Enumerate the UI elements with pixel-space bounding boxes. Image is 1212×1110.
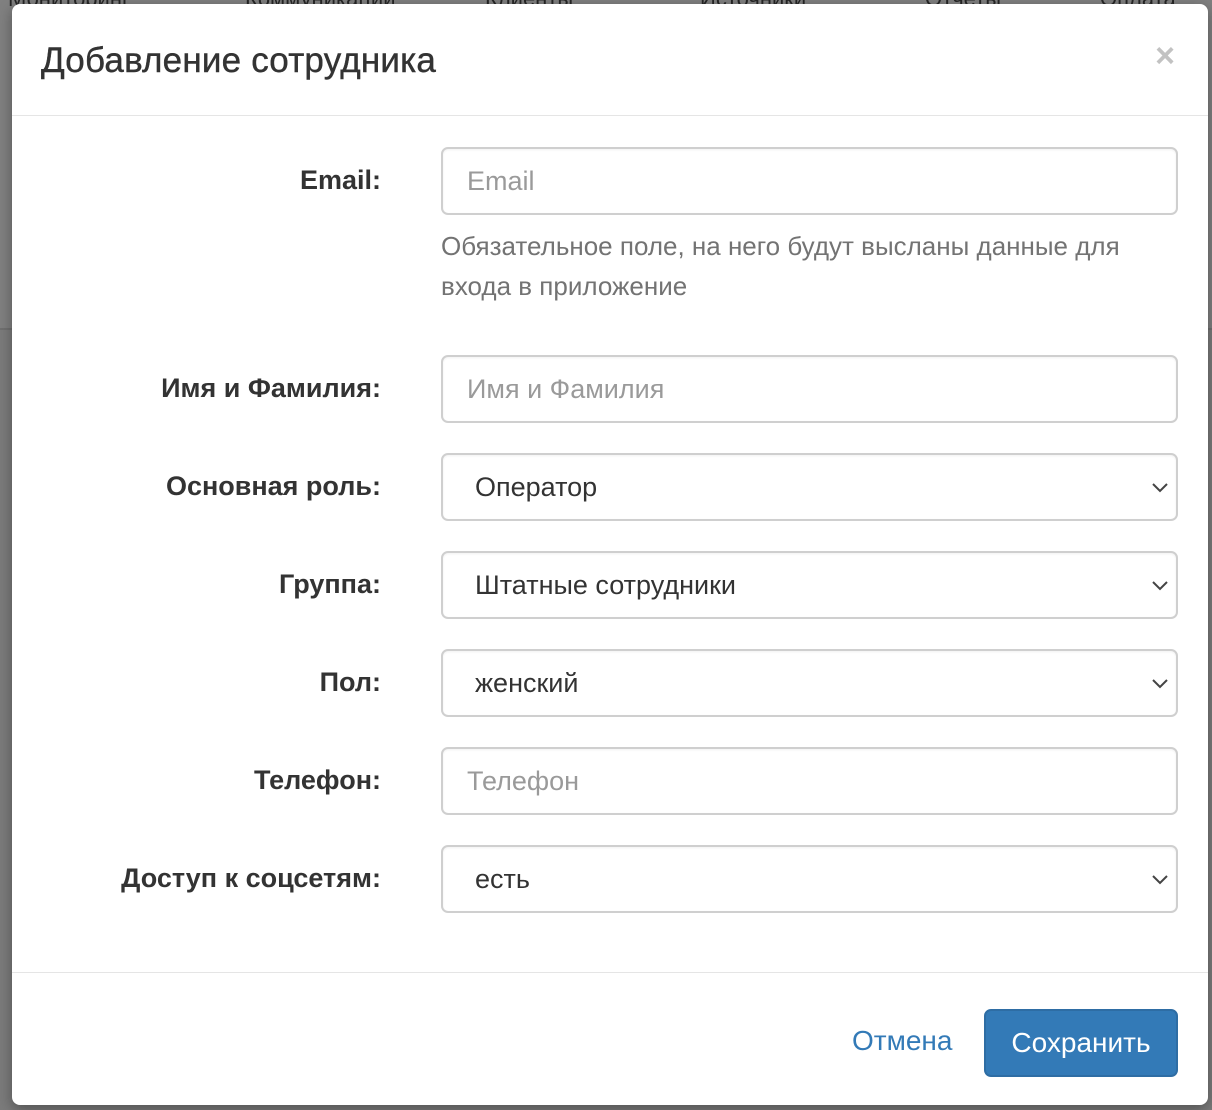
role-select-value: Оператор xyxy=(475,472,598,502)
email-help-text: Обязательное поле, на него будут высланы… xyxy=(441,231,1120,301)
chevron-down-icon xyxy=(1152,679,1168,689)
email-input[interactable] xyxy=(441,147,1178,215)
close-icon[interactable]: × xyxy=(1150,38,1180,74)
social-access-label: Доступ к соцсетям: xyxy=(121,863,381,893)
social-access-select-value: есть xyxy=(475,864,530,894)
modal-footer: Отмена Сохранить xyxy=(12,972,1208,1105)
email-label: Email: xyxy=(299,165,381,195)
cancel-button[interactable]: Отмена xyxy=(848,1009,956,1073)
name-input[interactable] xyxy=(441,355,1178,423)
phone-input[interactable] xyxy=(441,747,1178,815)
role-label: Основная роль: xyxy=(165,471,381,501)
gender-select[interactable]: женский xyxy=(441,649,1178,717)
name-label: Имя и Фамилия: xyxy=(161,373,381,403)
chevron-down-icon xyxy=(1152,875,1168,885)
group-select-value: Штатные сотрудники xyxy=(475,570,736,600)
group-select[interactable]: Штатные сотрудники xyxy=(441,551,1178,619)
role-select[interactable]: Оператор xyxy=(441,453,1178,521)
gender-select-value: женский xyxy=(475,668,579,698)
save-button[interactable]: Сохранить xyxy=(984,1009,1178,1077)
social-access-select[interactable]: есть xyxy=(441,845,1178,913)
modal-title: Добавление сотрудника xyxy=(41,41,437,80)
group-label: Группа: xyxy=(278,569,381,599)
phone-label: Телефон: xyxy=(253,765,381,795)
gender-label: Пол: xyxy=(319,667,381,697)
add-employee-modal: Добавление сотрудника × Email: Обязатель… xyxy=(12,4,1208,1105)
modal-header: Добавление сотрудника × xyxy=(12,4,1208,116)
chevron-down-icon xyxy=(1152,581,1168,591)
chevron-down-icon xyxy=(1152,483,1168,493)
